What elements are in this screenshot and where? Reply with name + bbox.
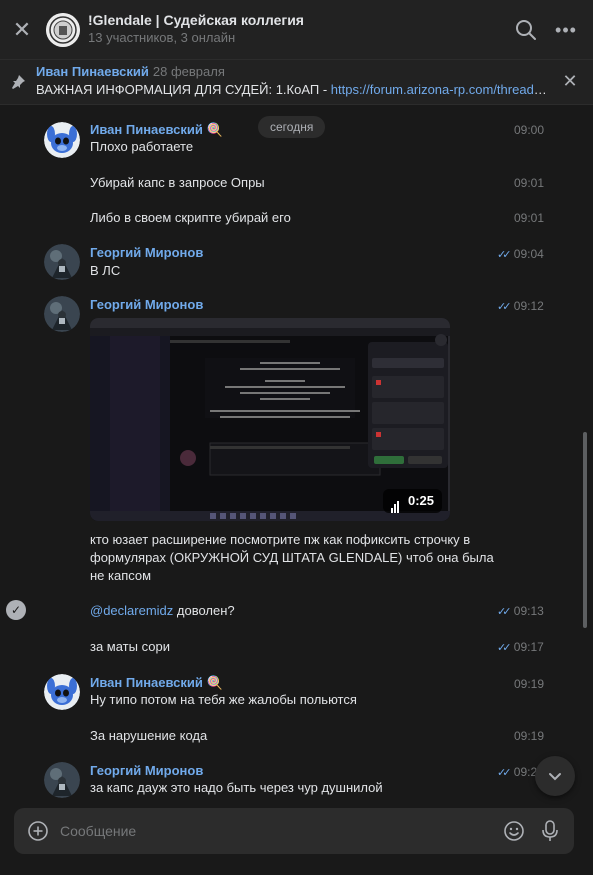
message-time: ✓✓ 09:12	[497, 299, 544, 313]
message-author[interactable]: Георгий Миронов	[90, 297, 203, 312]
read-check-icon: ✓✓	[497, 642, 512, 654]
mic-icon[interactable]	[540, 820, 560, 842]
avatar[interactable]	[44, 244, 80, 280]
check-icon[interactable]: ✓	[6, 600, 26, 620]
chat-members-count: 13 участников, 3 онлайн	[88, 30, 236, 45]
close-icon[interactable]: ✕	[10, 18, 34, 42]
more-icon[interactable]: •••	[554, 18, 578, 42]
pinned-text: ВАЖНАЯ ИНФОРМАЦИЯ ДЛЯ СУДЕЙ: 1.КоАП - ht…	[36, 82, 548, 97]
read-check-icon: ✓✓	[497, 301, 512, 313]
message-time: 09:19	[514, 677, 545, 691]
chevron-down-icon[interactable]	[535, 756, 575, 796]
avatar[interactable]	[44, 762, 80, 798]
read-check-icon: ✓✓	[497, 249, 512, 261]
pinned-text-body: ВАЖНАЯ ИНФОРМАЦИЯ ДЛЯ СУДЕЙ: 1.КоАП -	[36, 82, 331, 97]
close-icon[interactable]: ✕	[562, 72, 578, 90]
message-time: ✓✓ 09:04	[497, 247, 544, 261]
message-text: За нарушение кода	[90, 728, 208, 743]
message-author[interactable]: Иван Пинаевский 🍭	[90, 675, 223, 691]
message-text: Либо в своем скрипте убирай его	[90, 210, 291, 225]
plus-icon[interactable]	[28, 821, 48, 841]
message-text: В ЛС	[90, 263, 121, 278]
pinned-author-name: Иван Пинаевский	[36, 64, 149, 79]
date-separator: сегодня	[258, 116, 326, 138]
message-time: 09:00	[514, 123, 545, 137]
message-time: 09:01	[514, 176, 545, 190]
pinned-link[interactable]: https://forum.arizona-rp.com/threads...	[331, 82, 548, 97]
message-time-value: 09:04	[513, 247, 544, 261]
read-check-icon: ✓✓	[497, 606, 512, 618]
group-avatar[interactable]	[46, 13, 80, 47]
read-check-icon: ✓✓	[497, 767, 512, 779]
message-time: ✓✓ 09:2	[497, 765, 537, 779]
message-input[interactable]	[60, 808, 480, 854]
pin-icon	[10, 74, 26, 90]
message-text-body: доволен?	[173, 603, 235, 618]
message-text: @declaremidz доволен?	[90, 602, 235, 620]
message-time-value: 09:17	[513, 640, 544, 654]
avatar[interactable]	[44, 122, 80, 158]
message-time-value: 09:2	[513, 765, 538, 779]
video-duration: 0:25	[407, 493, 434, 508]
message-time: 09:19	[514, 729, 545, 743]
search-icon[interactable]	[514, 18, 538, 42]
message-author[interactable]: Георгий Миронов	[90, 245, 203, 260]
message-text: Ну типо потом на тебя же жалобы польются	[90, 692, 357, 707]
message-text: кто юзает расширение посмотрите пж как п…	[90, 532, 494, 583]
chat-header: ✕ !Glendale | Судейская коллегия 13 учас…	[0, 0, 593, 60]
video-icon	[390, 489, 400, 513]
message-author-name: Иван Пинаевский	[90, 122, 203, 137]
message-composer	[14, 808, 574, 854]
message-time: ✓✓ 09:17	[497, 640, 544, 654]
message-text: за капс дауж это надо быть через чур душ…	[90, 780, 383, 795]
pinned-message[interactable]: Иван Пинаевский 28 февраля ВАЖНАЯ ИНФОРМА…	[0, 60, 593, 105]
lollipop-emoji: 🍭	[206, 122, 223, 137]
video-attachment[interactable]: 0:25	[90, 318, 450, 521]
emoji-icon[interactable]	[504, 821, 524, 841]
message-time: ✓✓ 09:13	[497, 604, 544, 618]
chat-title[interactable]: !Glendale | Судейская коллегия	[88, 12, 304, 28]
scrollbar[interactable]	[583, 432, 587, 628]
message-text: Убирай капс в запросе Опры	[90, 175, 265, 190]
message-text: Плохо работаете	[90, 139, 194, 154]
mention-link[interactable]: @declaremidz	[90, 603, 173, 618]
avatar[interactable]	[44, 296, 80, 332]
avatar[interactable]	[44, 674, 80, 710]
message-time-value: 09:13	[513, 604, 544, 618]
message-time-value: 09:12	[513, 299, 544, 313]
message-author[interactable]: Георгий Миронов	[90, 763, 203, 778]
message-author-name: Иван Пинаевский	[90, 675, 203, 690]
message-time: 09:01	[514, 211, 545, 225]
message-author[interactable]: Иван Пинаевский 🍭	[90, 122, 223, 138]
pinned-author: Иван Пинаевский 28 февраля	[36, 64, 225, 79]
lollipop-emoji: 🍭	[206, 675, 223, 690]
message-text: за маты сори	[90, 639, 170, 654]
pinned-date: 28 февраля	[152, 64, 225, 79]
video-duration-badge: 0:25	[382, 489, 442, 513]
